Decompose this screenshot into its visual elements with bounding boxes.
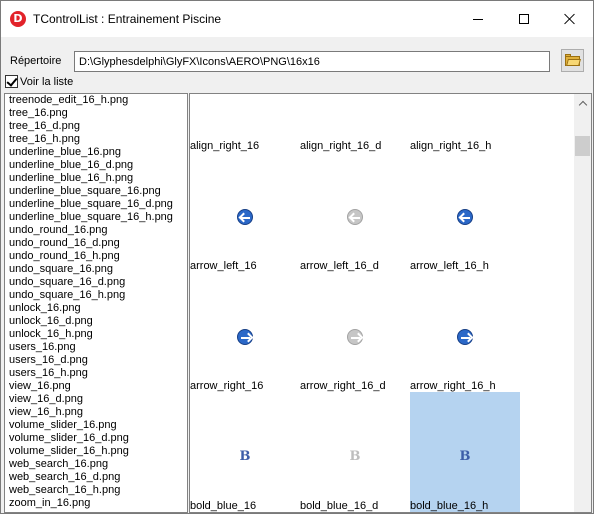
- file-list-item[interactable]: tree_16_d.png: [5, 120, 187, 133]
- icon-caption: bold_blue_16_d: [300, 500, 379, 512]
- arrow-left-icon: [457, 209, 473, 225]
- arrow-left-icon: [237, 209, 253, 225]
- icon-cell[interactable]: Bbold_blue_16: [190, 392, 300, 512]
- vertical-scrollbar[interactable]: [574, 94, 591, 512]
- file-list-item[interactable]: unlock_16.png: [5, 302, 187, 315]
- icon-caption: align_right_16_d: [300, 140, 382, 152]
- file-list-item[interactable]: unlock_16_h.png: [5, 328, 187, 341]
- file-list-item[interactable]: undo_round_16_h.png: [5, 250, 187, 263]
- file-list-item[interactable]: volume_slider_16_h.png: [5, 445, 187, 458]
- icon-caption: align_right_16_h: [410, 140, 492, 152]
- file-list-item[interactable]: tree_16_h.png: [5, 133, 187, 146]
- icon-caption: arrow_right_16: [190, 380, 264, 392]
- bold-icon: B: [349, 449, 361, 464]
- file-list-item[interactable]: users_16_d.png: [5, 354, 187, 367]
- close-icon: [564, 13, 576, 25]
- file-list-item[interactable]: volume_slider_16_d.png: [5, 432, 187, 445]
- icon-cell[interactable]: arrow_left_16: [190, 152, 300, 272]
- file-list-item[interactable]: web_search_16.png: [5, 458, 187, 471]
- directory-input[interactable]: [74, 51, 550, 72]
- icon-cell[interactable]: arrow_right_16: [190, 272, 300, 392]
- arrow-left-icon: [347, 209, 363, 225]
- minimize-icon: [473, 18, 483, 20]
- file-list-item[interactable]: volume_slider_16.png: [5, 419, 187, 432]
- app-icon: D: [10, 11, 26, 27]
- icon-preview-grid[interactable]: arrow_left_16 arrow_left_16_d arrow_left_1…: [189, 93, 592, 513]
- show-list-checkbox[interactable]: [5, 75, 18, 88]
- file-list-item[interactable]: underline_blue_square_16_d.png: [5, 198, 187, 211]
- arrow-right-icon: [237, 329, 253, 345]
- icon-cell[interactable]: Bbold_blue_16_d: [300, 392, 410, 512]
- maximize-button[interactable]: [501, 1, 547, 37]
- file-list-item[interactable]: underline_blue_square_16_h.png: [5, 211, 187, 224]
- file-list-item[interactable]: underline_blue_16.png: [5, 146, 187, 159]
- directory-label: Répertoire: [10, 55, 62, 67]
- file-list-item[interactable]: users_16_h.png: [5, 367, 187, 380]
- icon-caption: arrow_left_16_h: [410, 260, 489, 272]
- scroll-thumb[interactable]: [575, 136, 590, 156]
- file-list[interactable]: treenode_edit_16_h.png tree_16.png tree_16…: [4, 93, 188, 513]
- icon-caption: arrow_right_16_d: [300, 380, 386, 392]
- file-list-item[interactable]: tree_16.png: [5, 107, 187, 120]
- file-list-item[interactable]: zoom_in_16.png: [5, 497, 187, 510]
- icon-cell[interactable]: arrow_right_16_h: [410, 272, 520, 392]
- file-list-item[interactable]: underline_blue_square_16.png: [5, 185, 187, 198]
- icon-cell[interactable]: Bbold_blue_16_h: [410, 392, 520, 512]
- icon-cell[interactable]: arrow_right_16_d: [300, 272, 410, 392]
- close-button[interactable]: [547, 1, 593, 37]
- arrow-right-icon: [457, 329, 473, 345]
- file-list-item[interactable]: view_16.png: [5, 380, 187, 393]
- icon-caption: arrow_right_16_h: [410, 380, 496, 392]
- main-window: D TControlList : Entrainement Piscine Ré…: [0, 0, 594, 514]
- file-list-item[interactable]: undo_square_16.png: [5, 263, 187, 276]
- browse-folder-button[interactable]: [561, 49, 584, 72]
- icon-cell[interactable]: arrow_left_16_h: [410, 152, 520, 272]
- file-list-item[interactable]: undo_square_16_d.png: [5, 276, 187, 289]
- file-list-item[interactable]: undo_round_16_d.png: [5, 237, 187, 250]
- file-list-item[interactable]: undo_square_16_h.png: [5, 289, 187, 302]
- minimize-button[interactable]: [455, 1, 501, 37]
- icon-caption: align_right_16: [190, 140, 260, 152]
- file-list-item[interactable]: web_search_16_d.png: [5, 471, 187, 484]
- scroll-up-button[interactable]: [574, 94, 591, 111]
- maximize-icon: [519, 14, 529, 24]
- file-list-item[interactable]: undo_round_16.png: [5, 224, 187, 237]
- icon-caption: bold_blue_16: [190, 500, 257, 512]
- file-list-item[interactable]: unlock_16_d.png: [5, 315, 187, 328]
- arrow-right-icon: [347, 329, 363, 345]
- folder-open-icon: [565, 54, 581, 66]
- bold-icon: B: [459, 449, 471, 464]
- icon-cell[interactable]: arrow_left_16_d: [300, 152, 410, 272]
- show-list-label[interactable]: Voir la liste: [20, 76, 73, 88]
- file-list-item[interactable]: web_search_16_h.png: [5, 484, 187, 497]
- bold-icon: B: [239, 449, 251, 464]
- file-list-item[interactable]: view_16_h.png: [5, 406, 187, 419]
- chevron-up-icon: [578, 100, 587, 109]
- title-bar[interactable]: D TControlList : Entrainement Piscine: [1, 1, 593, 37]
- file-list-item[interactable]: underline_blue_16_d.png: [5, 159, 187, 172]
- file-list-item[interactable]: treenode_edit_16_h.png: [5, 94, 187, 107]
- icon-caption: arrow_left_16_d: [300, 260, 379, 272]
- window-title: TControlList : Entrainement Piscine: [33, 12, 222, 26]
- file-list-item[interactable]: users_16.png: [5, 341, 187, 354]
- icon-caption: bold_blue_16_h: [410, 500, 489, 512]
- file-list-item[interactable]: underline_blue_16_h.png: [5, 172, 187, 185]
- file-list-item[interactable]: view_16_d.png: [5, 393, 187, 406]
- icon-caption: arrow_left_16: [190, 260, 257, 272]
